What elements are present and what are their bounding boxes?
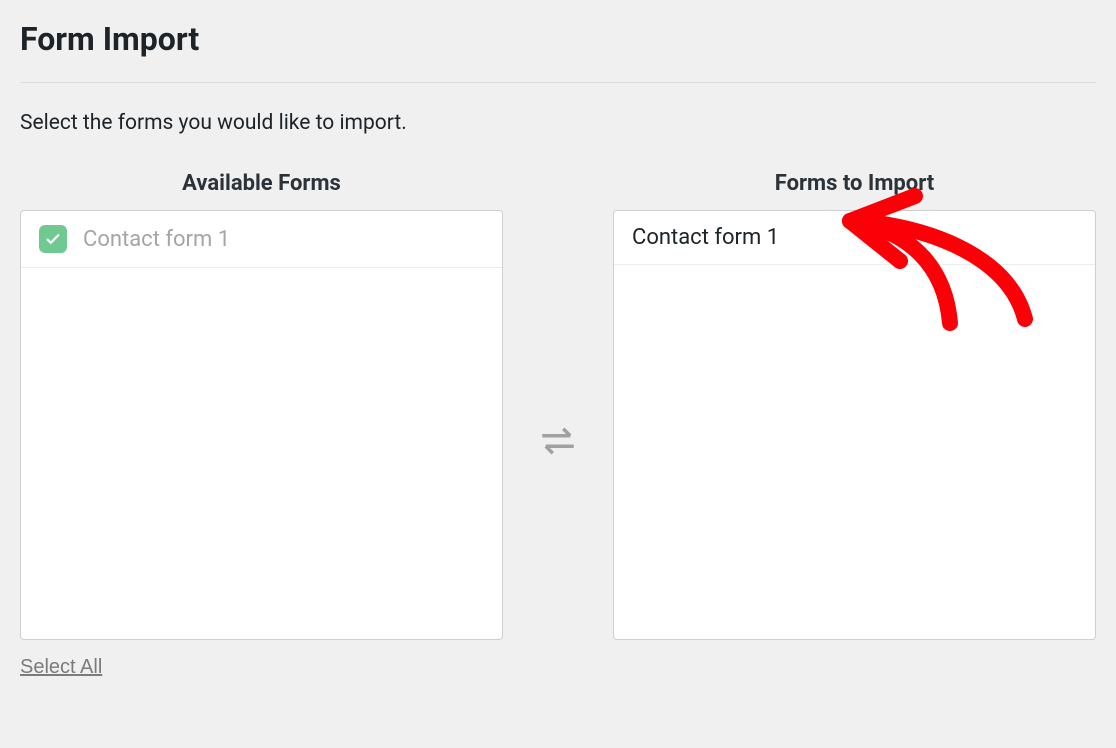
list-item[interactable]: Contact form 1 xyxy=(614,211,1095,265)
swap-icon-wrap xyxy=(503,171,613,679)
forms-to-import-list: Contact form 1 xyxy=(613,210,1096,640)
available-forms-column: Available Forms Contact form 1 Select Al… xyxy=(20,171,503,679)
swap-arrows-icon xyxy=(537,420,579,466)
list-item-label: Contact form 1 xyxy=(83,227,230,252)
page-title: Form Import xyxy=(20,20,1096,58)
forms-to-import-column: Forms to Import Contact form 1 xyxy=(613,171,1096,679)
select-all-button[interactable]: Select All xyxy=(20,656,102,679)
forms-to-import-title: Forms to Import xyxy=(775,171,935,196)
list-item[interactable]: Contact form 1 xyxy=(21,211,502,268)
divider xyxy=(20,82,1096,83)
checkbox-checked-icon[interactable] xyxy=(39,225,67,253)
instruction-text: Select the forms you would like to impor… xyxy=(20,111,1096,135)
import-columns: Available Forms Contact form 1 Select Al… xyxy=(20,171,1096,679)
available-forms-list: Contact form 1 xyxy=(20,210,503,640)
list-item-label: Contact form 1 xyxy=(632,225,779,250)
available-forms-title: Available Forms xyxy=(182,171,341,196)
